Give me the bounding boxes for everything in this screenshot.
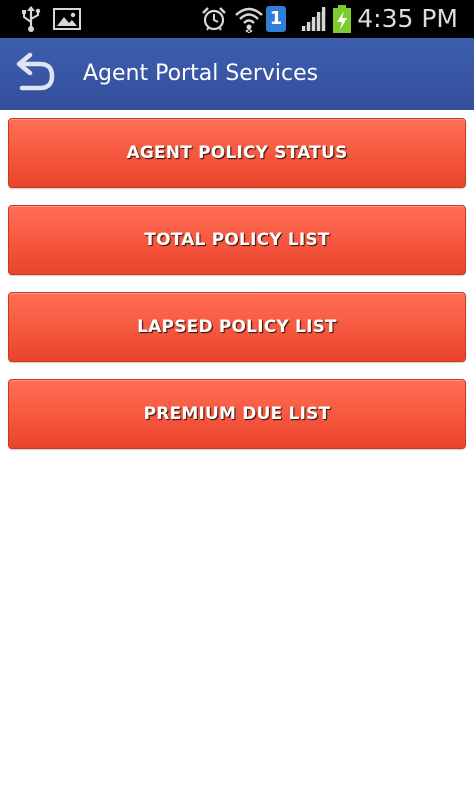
notification-badge-icon: 1	[266, 6, 286, 32]
alarm-icon	[202, 7, 226, 31]
menu-list: AGENT POLICY STATUS TOTAL POLICY LIST LA…	[8, 118, 466, 466]
status-bar: 1 4:35 PM	[0, 0, 474, 38]
usb-icon	[22, 6, 41, 32]
action-bar: Agent Portal Services	[0, 38, 474, 110]
back-arrow-icon	[16, 52, 55, 91]
total-policy-list-button[interactable]: TOTAL POLICY LIST	[8, 205, 466, 275]
image-icon	[53, 8, 81, 30]
back-button[interactable]	[10, 52, 62, 96]
page-title: Agent Portal Services	[83, 61, 319, 86]
signal-icon	[300, 7, 326, 31]
agent-policy-status-button[interactable]: AGENT POLICY STATUS	[8, 118, 466, 188]
wifi-icon	[235, 7, 263, 33]
status-time: 4:35 PM	[357, 4, 458, 33]
premium-due-list-button[interactable]: PREMIUM DUE LIST	[8, 379, 466, 449]
lapsed-policy-list-button[interactable]: LAPSED POLICY LIST	[8, 292, 466, 362]
battery-charging-icon	[333, 5, 351, 33]
